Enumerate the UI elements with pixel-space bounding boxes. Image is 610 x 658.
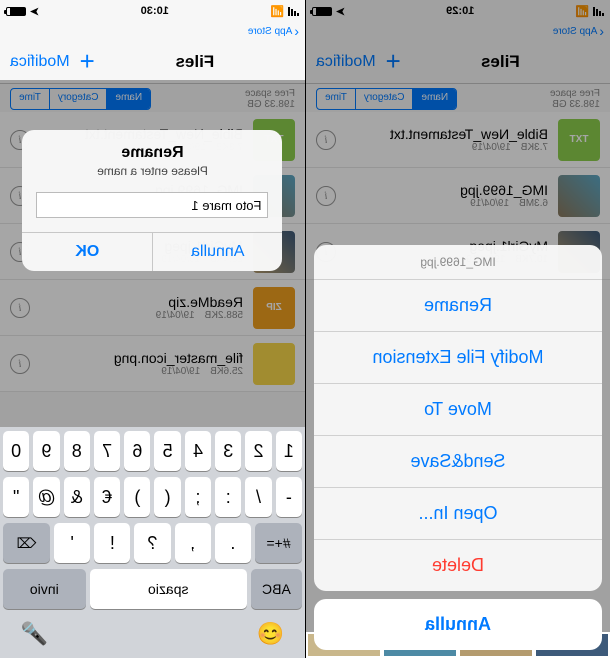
action-sheet: IMG_1699.jpg Rename Modify File Extensio… [306,237,610,658]
emoji-key[interactable]: 😊 [257,621,284,647]
cancel-button[interactable]: Annulla [152,233,283,271]
sheet-open-in[interactable]: Open In... [314,488,602,540]
key[interactable]: 7 [94,431,120,471]
key[interactable]: 5 [155,431,181,471]
keyboard: 1 2 3 4 5 6 7 8 9 0 - / : ; ( ) € & @ [0,427,305,658]
dialog-message: Please enter a name [37,164,269,178]
key[interactable]: 2 [245,431,271,471]
status-time: 10:30 [141,5,169,17]
key[interactable]: 8 [64,431,90,471]
abc-key[interactable]: ABC [251,569,302,609]
key[interactable]: / [245,477,271,517]
location-icon: ➤ [30,5,39,18]
key[interactable]: ! [94,523,130,563]
breadcrumb-label: App Store [248,26,292,37]
add-button[interactable]: + [80,46,95,77]
sheet-cancel[interactable]: Annulla [314,599,602,650]
ok-button[interactable]: OK [23,233,153,271]
signal-icon [288,7,299,16]
mic-key[interactable]: 🎤 [21,621,48,647]
sheet-delete[interactable]: Delete [314,540,602,591]
key[interactable]: 0 [3,431,29,471]
edit-button[interactable]: Modifica [10,53,70,71]
key[interactable]: & [64,477,90,517]
sheet-header: IMG_1699.jpg [314,245,602,280]
space-key[interactable]: spazio [90,569,247,609]
breadcrumb[interactable]: ‹ App Store [0,22,305,40]
sheet-move-to[interactable]: Move To [314,384,602,436]
key[interactable]: ) [124,477,150,517]
key[interactable]: ' [54,523,90,563]
key[interactable]: ; [185,477,211,517]
rename-input[interactable] [37,192,269,218]
key[interactable]: € [94,477,120,517]
backspace-key[interactable]: ⌫ [3,523,50,563]
key[interactable]: " [3,477,29,517]
sheet-modify-ext[interactable]: Modify File Extension [314,332,602,384]
shift-key[interactable]: #+= [255,523,302,563]
rename-dialog: Rename Please enter a name Annulla OK [23,130,283,271]
key[interactable]: 4 [185,431,211,471]
chevron-left-icon: ‹ [294,23,299,39]
key[interactable]: ( [155,477,181,517]
key[interactable]: , [175,523,211,563]
key[interactable]: - [276,477,302,517]
return-key[interactable]: invio [3,569,86,609]
key[interactable]: . [215,523,251,563]
key[interactable]: 9 [33,431,59,471]
right-screenshot: 📶 10:29 ➤ ‹ App Store Files + Modifica F… [305,0,610,658]
key[interactable]: 1 [276,431,302,471]
nav-bar: Files + Modifica [0,40,305,84]
status-bar: 📶 10:30 ➤ [0,0,305,22]
key[interactable]: 3 [215,431,241,471]
sheet-rename[interactable]: Rename [314,280,602,332]
page-title: Files [176,52,215,72]
dialog-title: Rename [37,144,269,162]
key[interactable]: @ [33,477,59,517]
left-screenshot: 📶 10:30 ➤ ‹ App Store Files + Modifica F… [0,0,305,658]
key[interactable]: ? [134,523,170,563]
battery-icon [6,7,26,16]
key[interactable]: 6 [124,431,150,471]
key[interactable]: : [215,477,241,517]
sheet-send-save[interactable]: Send&Save [314,436,602,488]
